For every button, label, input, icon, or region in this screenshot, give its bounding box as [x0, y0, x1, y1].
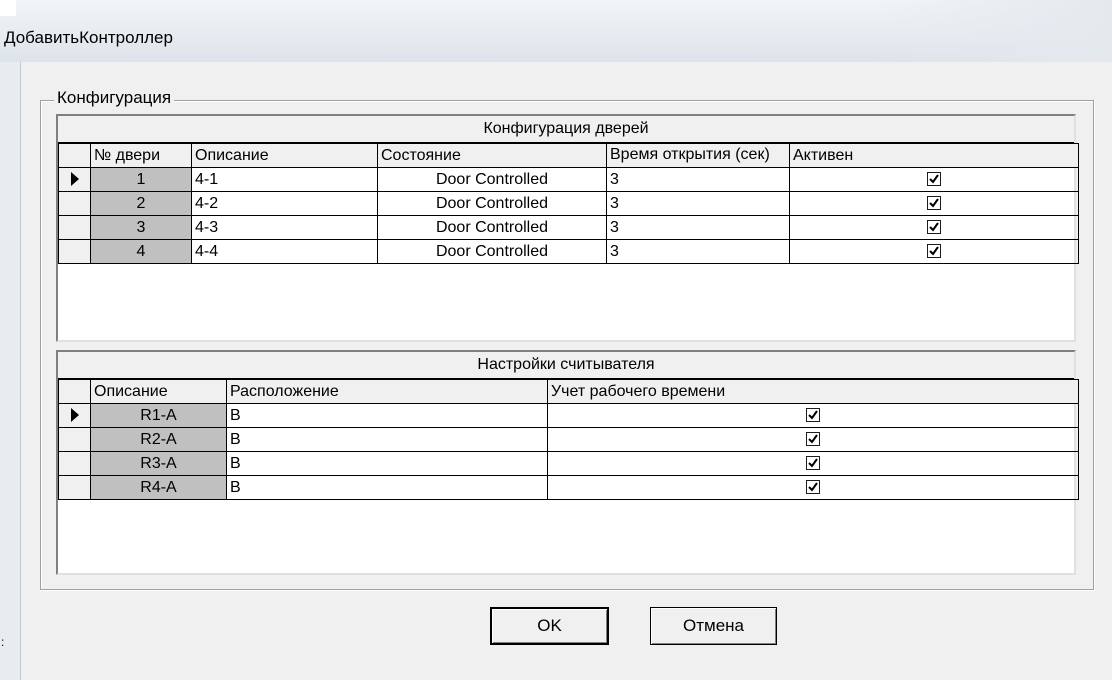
- reader-timekeeping-cell[interactable]: [547, 427, 1079, 452]
- row-indicator[interactable]: [58, 403, 91, 428]
- reader-location-cell[interactable]: B: [226, 403, 548, 428]
- door-row[interactable]: 2 4-2 Door Controlled 3: [58, 191, 1079, 216]
- readers-grid[interactable]: Настройки считывателя Описание Расположе…: [56, 350, 1079, 575]
- side-mark: :: [1, 635, 5, 649]
- door-description-cell[interactable]: 4-1: [191, 167, 378, 192]
- readers-header-row: Описание Расположение Учет рабочего врем…: [58, 379, 1079, 404]
- title-bar[interactable]: ДобавитьКонтроллер: [0, 0, 1112, 62]
- checkmark-icon: [808, 410, 818, 420]
- door-state-header[interactable]: Состояние: [377, 143, 607, 168]
- checkmark-icon: [929, 246, 939, 256]
- doors-header-row: № двери Описание Состояние Время открыти…: [58, 143, 1079, 168]
- checkbox[interactable]: [806, 408, 820, 423]
- reader-location-header[interactable]: Расположение: [226, 379, 548, 404]
- row-indicator[interactable]: [58, 451, 91, 476]
- door-row[interactable]: 3 4-3 Door Controlled 3: [58, 215, 1079, 240]
- doors-table: № двери Описание Состояние Время открыти…: [58, 143, 1079, 264]
- door-description-cell[interactable]: 4-2: [191, 191, 378, 216]
- reader-timekeeping-cell[interactable]: [547, 403, 1079, 428]
- checkbox[interactable]: [927, 172, 941, 187]
- door-number-cell[interactable]: 2: [90, 191, 192, 216]
- reader-timekeeping-cell[interactable]: [547, 451, 1079, 476]
- door-active-cell[interactable]: [789, 215, 1079, 240]
- door-state-cell[interactable]: Door Controlled: [377, 167, 607, 192]
- checkmark-icon: [808, 458, 818, 468]
- reader-location-cell[interactable]: B: [226, 475, 548, 500]
- door-state-cell[interactable]: Door Controlled: [377, 191, 607, 216]
- door-active-cell[interactable]: [789, 191, 1079, 216]
- reader-location-cell[interactable]: B: [226, 427, 548, 452]
- readers-grid-caption: Настройки считывателя: [58, 352, 1074, 379]
- checkbox[interactable]: [806, 456, 820, 471]
- doors-grid[interactable]: Конфигурация дверей № двери Описание Сос…: [56, 114, 1079, 342]
- door-number-cell[interactable]: 3: [90, 215, 192, 240]
- cancel-button[interactable]: Отмена: [650, 607, 777, 645]
- door-row[interactable]: 4 4-4 Door Controlled 3: [58, 239, 1079, 264]
- readers-indicator-header: [58, 379, 91, 404]
- door-open-time-cell[interactable]: 3: [606, 191, 790, 216]
- checkmark-icon: [929, 198, 939, 208]
- row-indicator[interactable]: [58, 239, 91, 264]
- door-open-time-cell[interactable]: 3: [606, 215, 790, 240]
- door-open-time-header[interactable]: Время открытия (сек): [606, 143, 790, 168]
- door-active-cell[interactable]: [789, 239, 1079, 264]
- reader-timekeeping-cell[interactable]: [547, 475, 1079, 500]
- row-indicator[interactable]: [58, 167, 91, 192]
- door-open-time-cell[interactable]: 3: [606, 167, 790, 192]
- reader-description-cell[interactable]: R2-A: [90, 427, 227, 452]
- window-frame-left: [0, 62, 20, 680]
- ok-button[interactable]: OK: [490, 607, 609, 645]
- checkmark-icon: [929, 174, 939, 184]
- dialog-window: ДобавитьКонтроллер : Конфигурация Конфиг…: [0, 0, 1112, 680]
- reader-row[interactable]: R2-A B: [58, 427, 1079, 452]
- checkmark-icon: [808, 482, 818, 492]
- configuration-group-label: Конфигурация: [54, 88, 175, 108]
- reader-row[interactable]: R1-A B: [58, 403, 1079, 428]
- reader-row[interactable]: R4-A B: [58, 475, 1079, 500]
- door-number-cell[interactable]: 1: [90, 167, 192, 192]
- door-open-time-cell[interactable]: 3: [606, 239, 790, 264]
- door-number-header[interactable]: № двери: [90, 143, 192, 168]
- title-bar-shade: [862, 0, 1112, 62]
- door-state-cell[interactable]: Door Controlled: [377, 215, 607, 240]
- window-title: ДобавитьКонтроллер: [4, 28, 173, 47]
- row-pointer-icon: [70, 172, 79, 187]
- door-row[interactable]: 1 4-1 Door Controlled 3: [58, 167, 1079, 192]
- door-description-cell[interactable]: 4-3: [191, 215, 378, 240]
- row-indicator[interactable]: [58, 191, 91, 216]
- checkmark-icon: [929, 222, 939, 232]
- door-number-cell[interactable]: 4: [90, 239, 192, 264]
- reader-timekeeping-header[interactable]: Учет рабочего времени: [547, 379, 1079, 404]
- doors-indicator-header: [58, 143, 91, 168]
- door-state-cell[interactable]: Door Controlled: [377, 239, 607, 264]
- window-corner: [0, 0, 16, 16]
- door-description-cell[interactable]: 4-4: [191, 239, 378, 264]
- reader-description-header[interactable]: Описание: [90, 379, 227, 404]
- reader-row[interactable]: R3-A B: [58, 451, 1079, 476]
- row-indicator[interactable]: [58, 427, 91, 452]
- reader-description-cell[interactable]: R3-A: [90, 451, 227, 476]
- row-indicator[interactable]: [58, 215, 91, 240]
- checkbox[interactable]: [927, 220, 941, 235]
- checkbox[interactable]: [806, 480, 820, 495]
- reader-location-cell[interactable]: B: [226, 451, 548, 476]
- reader-description-cell[interactable]: R4-A: [90, 475, 227, 500]
- row-pointer-icon: [70, 408, 79, 423]
- row-indicator[interactable]: [58, 475, 91, 500]
- door-active-header[interactable]: Активен: [789, 143, 1079, 168]
- checkbox[interactable]: [927, 196, 941, 211]
- door-active-cell[interactable]: [789, 167, 1079, 192]
- checkmark-icon: [808, 434, 818, 444]
- door-description-header[interactable]: Описание: [191, 143, 378, 168]
- checkbox[interactable]: [927, 244, 941, 259]
- readers-table-body: R1-A B R2-A B R3-A B R4-A B: [58, 403, 1079, 500]
- doors-table-body: 1 4-1 Door Controlled 3 2 4-2 Door Controlled 3…: [58, 167, 1079, 264]
- checkbox[interactable]: [806, 432, 820, 447]
- door-open-time-header-label: Время открытия (сек): [610, 145, 770, 163]
- reader-description-cell[interactable]: R1-A: [90, 403, 227, 428]
- doors-grid-caption: Конфигурация дверей: [58, 116, 1074, 143]
- readers-table: Описание Расположение Учет рабочего врем…: [58, 379, 1079, 500]
